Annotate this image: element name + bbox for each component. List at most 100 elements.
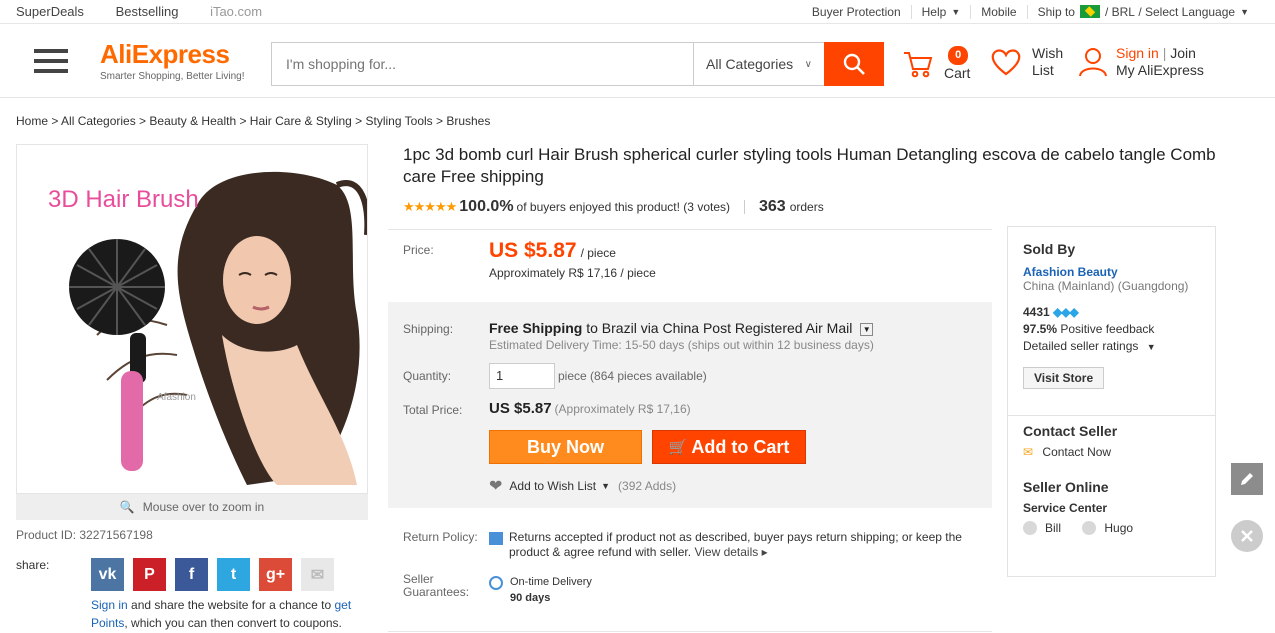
feedback-button[interactable] [1231,463,1263,495]
twitter-icon[interactable]: t [217,558,250,591]
itao-link[interactable]: iTao.com [210,4,262,19]
calendar-icon [489,532,503,545]
chevron-down-icon: ▼ [601,481,611,491]
positive-feedback: 97.5% Positive feedback [1023,322,1155,336]
image-caption: 3D Hair Brush [48,186,199,213]
quantity-input[interactable]: 1 [489,363,555,389]
join-link[interactable]: Join [1170,45,1196,61]
help-menu[interactable]: Help ▼ [912,4,972,19]
view-details-link[interactable]: View details ▸ [694,545,767,559]
cart-icon [904,51,933,77]
search-bar: All Categories ∨ [271,42,884,86]
store-location: China (Mainland) (Guangdong) [1023,279,1189,293]
heart-icon [991,49,1021,76]
add-to-cart-button[interactable]: 🛒 Add to Cart [652,430,806,464]
service-center-label: Service Center [1023,501,1108,515]
breadcrumb[interactable]: Home > All Categories > Beauty & Health … [16,114,490,128]
facebook-icon[interactable]: f [175,558,208,591]
star-rating-icon: ★★★★★ [403,199,457,214]
sold-by-heading: Sold By [1023,241,1076,257]
offline-status-icon [1082,521,1097,535]
sign-in-link[interactable]: Sign in [1116,45,1159,61]
pinterest-icon[interactable]: P [133,558,166,591]
total-price: US $5.87 (Approximately R$ 17,16) [489,400,691,417]
chevron-down-icon: ▼ [951,6,961,17]
account-menu: Sign in | Join My AliExpress [1078,45,1204,79]
dropdown-icon[interactable]: ▼ [860,322,874,336]
product-title: 1pc 3d bomb curl Hair Brush spherical cu… [403,145,1216,186]
on-time-delivery: On-time Delivery 90 days [489,574,592,606]
buy-now-button[interactable]: Buy Now [489,430,642,464]
search-button[interactable] [824,42,884,86]
chevron-down-icon: ∨ [804,58,812,70]
pencil-icon [1241,473,1253,485]
seller-online-heading: Seller Online [1023,479,1109,495]
buyer-protection-link[interactable]: Buyer Protection [802,4,912,19]
offline-status-icon [1023,521,1037,535]
aliexpress-logo[interactable]: AliExpress Smarter Shopping, Better Livi… [100,39,245,82]
cart-icon: 🛒 [668,439,688,456]
clock-icon [489,576,503,590]
mobile-link[interactable]: Mobile [971,4,1028,19]
image-watermark: Afashion [157,392,196,403]
rating-row: ★★★★★ 100.0% of buyers enjoyed this prod… [403,198,824,215]
visit-store-button[interactable]: Visit Store [1023,367,1105,389]
rating-text[interactable]: of buyers enjoyed this product! (3 votes… [517,200,730,214]
brazil-flag-icon [1079,5,1100,18]
share-sign-in-link[interactable]: Sign in [91,598,128,612]
price-value: US $5.87 [489,239,577,262]
price-approx: Approximately R$ 17,16 / piece [489,266,656,280]
my-aliexpress-link[interactable]: My AliExpress [1116,62,1204,78]
shipping-method[interactable]: Free Shipping to Brazil via China Post R… [489,320,874,336]
price-block: US $5.87/ piece Approximately R$ 17,16 /… [489,239,656,280]
magnifier-icon: 🔍 [119,500,135,514]
product-id: Product ID: 32271567198 [16,528,153,542]
close-icon [1241,530,1253,542]
guarantee-label: Seller Guarantees: [403,572,470,599]
diamond-icon: ◆◆◆ [1053,305,1079,319]
superdeals-link[interactable]: SuperDeals [16,4,84,19]
ship-to-menu[interactable]: Ship to / BRL / Select Language ▼ [1028,5,1259,19]
bestselling-link[interactable]: Bestselling [116,4,179,19]
google-plus-icon[interactable]: g+ [259,558,292,591]
category-select[interactable]: All Categories ∨ [693,43,824,85]
share-promo: Sign in and share the website for a chan… [91,598,352,630]
envelope-icon: ✉ [1023,445,1034,459]
agent-bill[interactable]: Bill [1023,521,1061,535]
top-links: SuperDeals Bestselling iTao.com [16,4,290,19]
seller-score[interactable]: 4431 ◆◆◆ [1023,305,1200,319]
agent-hugo[interactable]: Hugo [1082,521,1133,535]
vk-icon[interactable]: vk [91,558,124,591]
contact-seller-heading: Contact Seller [1023,423,1118,439]
return-policy: Returns accepted if product not as descr… [489,530,969,560]
site-header: AliExpress Smarter Shopping, Better Livi… [0,24,1275,98]
top-bar: SuperDeals Bestselling iTao.com Buyer Pr… [0,0,1275,24]
search-input[interactable] [272,43,693,85]
detailed-ratings-menu[interactable]: Detailed seller ratings ▼ [1023,339,1200,353]
add-to-wish-list[interactable]: ❤ Add to Wish List ▼ (392 Adds) [489,476,676,496]
contact-now-link[interactable]: ✉ Contact Now [1023,445,1200,459]
price-label: Price: [403,243,434,257]
zoom-hint: 🔍 Mouse over to zoom in [16,494,368,520]
product-image[interactable]: 3D Hair Brush Afashion [16,144,368,494]
close-button[interactable] [1231,520,1263,552]
share-buttons: vk P f t g+ ✉ [91,558,343,591]
wish-list-link[interactable]: Wish List [990,45,1063,79]
chevron-down-icon: ▼ [1240,6,1249,17]
user-icon [1079,48,1107,77]
top-right-menu: Buyer Protection Help ▼ Mobile Ship to / … [802,4,1259,19]
orders-count: 363 [759,198,786,215]
quantity-available: piece (864 pieces available) [558,369,707,383]
menu-icon[interactable] [34,49,68,73]
cart-link[interactable]: 0 Cart [902,45,970,82]
seller-panel: Sold By Afashion Beauty China (Mainland)… [1007,226,1216,577]
caret-down-icon: ▼ [1146,342,1156,352]
agent-list: Bill Hugo [1023,521,1200,538]
search-icon [843,53,865,75]
delivery-estimate: Estimated Delivery Time: 15-50 days (shi… [489,338,874,352]
heart-icon: ❤ [489,478,503,495]
store-name-link[interactable]: Afashion Beauty [1023,265,1200,279]
email-icon[interactable]: ✉ [301,558,334,591]
hair-brush-photo: 3D Hair Brush Afashion [17,145,367,493]
order-box: Shipping: Free Shipping to Brazil via Ch… [388,302,992,508]
